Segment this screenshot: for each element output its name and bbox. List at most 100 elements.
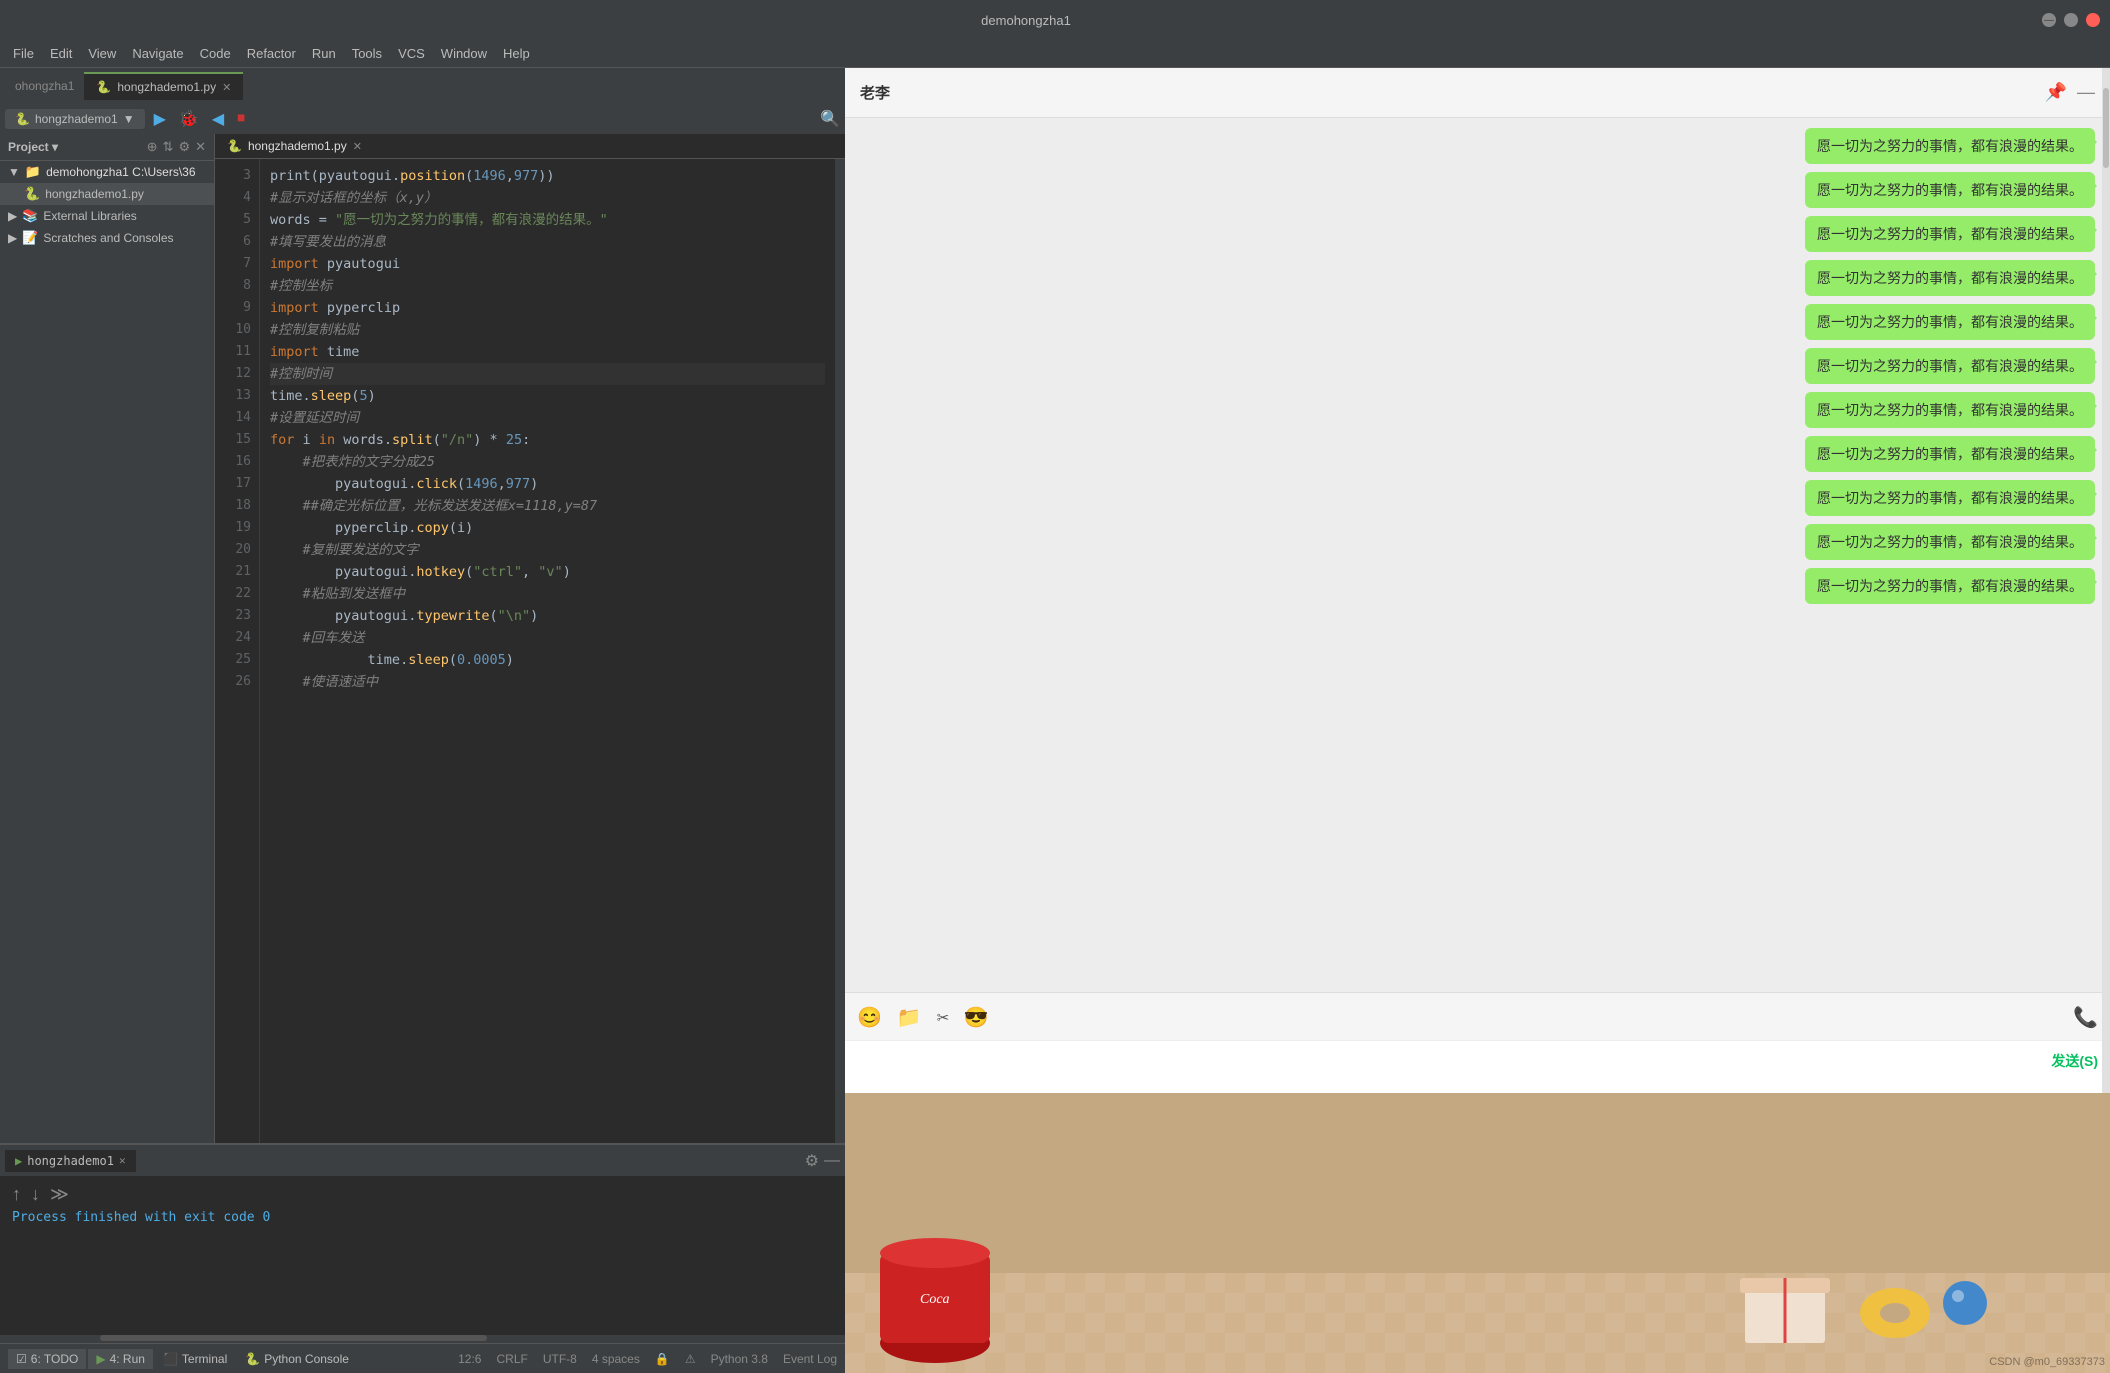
debug-button[interactable]: 🐞 xyxy=(175,107,203,131)
code-line-22: #粘贴到发送框中 xyxy=(270,583,825,605)
stop-button[interactable]: ⏹ xyxy=(233,108,249,130)
chat-image-area: Coca CSDN @m0_69337373 xyxy=(845,1093,2110,1373)
sidebar-header: Project ▾ ⊕ ⇅ ⚙ ✕ xyxy=(0,134,214,161)
code-line-11: import time xyxy=(270,341,825,363)
line-numbers: 34567 89101112 1314151617 1819202122 232… xyxy=(215,159,260,1143)
sidebar-item-scratches[interactable]: ▶ 📝 Scratches and Consoles xyxy=(0,227,214,249)
svg-text:Coca: Coca xyxy=(920,1292,950,1307)
status-tab-run[interactable]: ▶ 4: Run xyxy=(88,1349,153,1369)
scroll-more-button[interactable]: ≫ xyxy=(50,1184,69,1205)
run-config-dropdown[interactable]: 🐍 hongzhademo1 ▼ xyxy=(5,109,145,129)
warning-icon: ⚠ xyxy=(685,1352,696,1366)
chat-message-10: 愿一切为之努力的事情，都有浪漫的结果。 xyxy=(1805,524,2095,560)
chat-input-area: 发送(S) xyxy=(845,1040,2110,1093)
menu-window[interactable]: Window xyxy=(433,42,495,65)
sidebar-item-pyfile[interactable]: 🐍 hongzhademo1.py xyxy=(0,183,214,205)
minimize-button[interactable]: — xyxy=(2042,13,2056,27)
code-line-20: #复制要发送的文字 xyxy=(270,539,825,561)
code-tab-close-icon[interactable]: ✕ xyxy=(353,140,362,153)
breadcrumb: ohongzha1 xyxy=(5,79,84,93)
menu-tools[interactable]: Tools xyxy=(344,42,390,65)
chat-messages: 愿一切为之努力的事情，都有浪漫的结果。 愿一切为之努力的事情，都有浪漫的结果。 … xyxy=(845,118,2110,992)
close-button[interactable] xyxy=(2086,13,2100,27)
chat-send-button[interactable]: 发送(S) xyxy=(2051,1051,2098,1071)
menu-help[interactable]: Help xyxy=(495,42,538,65)
sidebar-collapse-button[interactable]: ⇅ xyxy=(163,139,174,155)
status-tabs: ☑ 6: TODO ▶ 4: Run ⬛ Terminal 🐍 Python C… xyxy=(8,1349,357,1369)
status-tab-todo[interactable]: ☑ 6: TODO xyxy=(8,1349,86,1369)
emoji-button[interactable]: 😊 xyxy=(857,1005,882,1029)
code-line-4: #显示对话框的坐标（x,y） xyxy=(270,187,825,209)
chat-header: 老李 📌 — xyxy=(845,68,2110,118)
window-controls: — xyxy=(2042,13,2100,27)
indent-size: 4 spaces xyxy=(592,1352,640,1366)
terminal-label: Terminal xyxy=(182,1352,227,1366)
code-editor[interactable]: 🐍 hongzhademo1.py ✕ 34567 89101112 13141… xyxy=(215,134,845,1143)
menu-refactor[interactable]: Refactor xyxy=(239,42,304,65)
sidebar-hide-button[interactable]: ✕ xyxy=(195,139,206,155)
scroll-down-button[interactable]: ↓ xyxy=(31,1184,40,1205)
run-config-name: hongzhademo1 xyxy=(35,112,118,126)
chat-scrollbar-thumb[interactable] xyxy=(2103,88,2109,168)
py-file-tree-icon: 🐍 xyxy=(24,186,40,202)
file-tab[interactable]: 🐍 hongzhademo1.py ✕ xyxy=(84,72,243,100)
scratch-icon: 📝 xyxy=(22,230,38,246)
chat-message-7: 愿一切为之努力的事情，都有浪漫的结果。 xyxy=(1805,392,2095,428)
py-file-icon: 🐍 xyxy=(96,80,111,94)
sidebar-settings-button[interactable]: ⚙ xyxy=(178,139,190,155)
menu-run[interactable]: Run xyxy=(304,42,344,65)
search-button[interactable]: 🔍 xyxy=(820,109,840,129)
menu-code[interactable]: Code xyxy=(192,42,239,65)
chat-message-2: 愿一切为之努力的事情，都有浪漫的结果。 xyxy=(1805,172,2095,208)
code-line-24: #回车发送 xyxy=(270,627,825,649)
chat-input[interactable] xyxy=(857,1051,2051,1083)
code-line-21: pyautogui.hotkey("ctrl", "v") xyxy=(270,561,825,583)
sidebar-project-title: Project ▾ xyxy=(8,140,58,154)
todo-icon: ☑ xyxy=(16,1352,27,1366)
pin-icon[interactable]: 📌 xyxy=(2045,82,2067,103)
code-line-19: pyperclip.copy(i) xyxy=(270,517,825,539)
code-file-tab: 🐍 hongzhademo1.py ✕ xyxy=(215,134,845,159)
code-area[interactable]: print(pyautogui.position(1496,977)) #显示对… xyxy=(260,159,835,1143)
ext-libs-label: External Libraries xyxy=(43,209,136,223)
folder-button[interactable]: 📁 xyxy=(897,1005,922,1029)
run-tab-close-icon[interactable]: ✕ xyxy=(119,1154,126,1167)
menu-navigate[interactable]: Navigate xyxy=(124,42,191,65)
todo-label: 6: TODO xyxy=(31,1352,79,1366)
lib-icon: 📚 xyxy=(22,208,38,224)
bottom-tabs: ▶ hongzhademo1 ✕ ⚙ — xyxy=(0,1144,845,1176)
phone-button[interactable]: 📞 xyxy=(2073,1005,2098,1029)
menu-view[interactable]: View xyxy=(80,42,124,65)
run-config-row: 🐍 hongzhademo1 ▼ ▶ 🐞 ◀ ⏹ 🔍 xyxy=(0,104,845,134)
status-tab-terminal[interactable]: ⬛ Terminal xyxy=(155,1349,235,1369)
editor-scrollbar[interactable] xyxy=(835,159,845,1143)
more-options-icon[interactable]: — xyxy=(2077,82,2095,103)
run-tab-label: hongzhademo1 xyxy=(27,1154,114,1168)
status-bar: ☑ 6: TODO ▶ 4: Run ⬛ Terminal 🐍 Python C… xyxy=(0,1343,845,1373)
chat-message-11: 愿一切为之努力的事情，都有浪漫的结果。 xyxy=(1805,568,2095,604)
run-button[interactable]: ▶ xyxy=(150,107,170,131)
sidebar-add-button[interactable]: ⊕ xyxy=(147,139,158,155)
run-panel-settings-icon[interactable]: ⚙ xyxy=(805,1151,819,1171)
run-tab-icon: ▶ xyxy=(15,1154,22,1168)
file-tab-close-icon[interactable]: ✕ xyxy=(222,81,231,94)
code-line-14: #设置延迟时间 xyxy=(270,407,825,429)
maximize-button[interactable] xyxy=(2064,13,2078,27)
title-text: demohongzha1 xyxy=(10,13,2042,28)
sidebar-item-external-libs[interactable]: ▶ 📚 External Libraries xyxy=(0,205,214,227)
py-file-label: hongzhademo1.py xyxy=(45,187,144,201)
menu-vcs[interactable]: VCS xyxy=(390,42,433,65)
sidebar-item-project-root[interactable]: ▼ 📁 demohongzha1 C:\Users\36 xyxy=(0,161,214,183)
run-with-coverage-button[interactable]: ◀ xyxy=(208,107,228,131)
menu-file[interactable]: File xyxy=(5,42,42,65)
status-tab-python-console[interactable]: 🐍 Python Console xyxy=(237,1349,357,1369)
scroll-up-button[interactable]: ↑ xyxy=(12,1184,21,1205)
run-console-tab[interactable]: ▶ hongzhademo1 ✕ xyxy=(5,1150,136,1172)
sticker-button[interactable]: 😎 xyxy=(964,1005,989,1029)
code-content[interactable]: 34567 89101112 1314151617 1819202122 232… xyxy=(215,159,845,1143)
chat-contact-name: 老李 xyxy=(860,82,890,103)
menu-bar: File Edit View Navigate Code Refactor Ru… xyxy=(0,40,2110,68)
run-panel-minimize-icon[interactable]: — xyxy=(824,1151,840,1171)
scissors-button[interactable]: ✂ xyxy=(937,1005,949,1029)
menu-edit[interactable]: Edit xyxy=(42,42,80,65)
